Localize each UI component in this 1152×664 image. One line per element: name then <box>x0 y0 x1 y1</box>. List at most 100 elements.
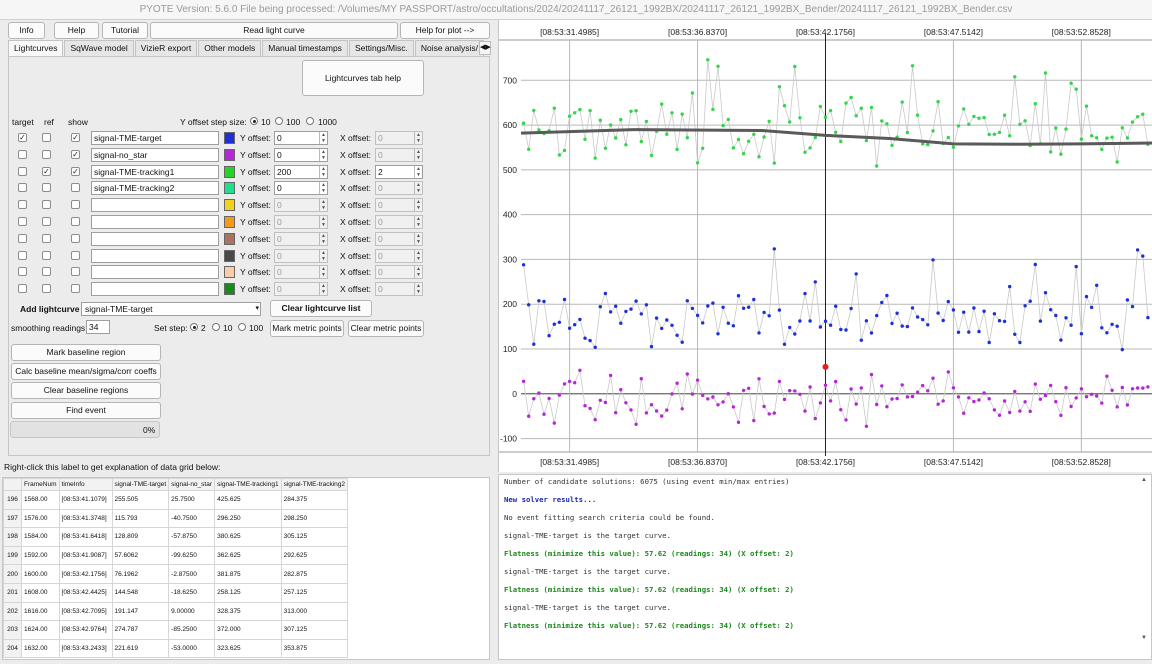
table-cell[interactable]: [08:53:42.7095] <box>58 601 113 622</box>
table-cell[interactable]: 258.125 <box>214 582 282 603</box>
column-header[interactable]: FrameNum <box>21 478 60 491</box>
ref-checkbox[interactable] <box>42 183 51 193</box>
spinner-arrows-icon[interactable]: ▲ ▼ <box>414 199 422 212</box>
y-offset-input[interactable]: 0 ▲ ▼ <box>274 248 328 263</box>
show-checkbox[interactable] <box>71 183 80 193</box>
y-offset-input[interactable]: 0 ▲ ▼ <box>274 231 328 246</box>
x-offset-input[interactable]: 0 ▲ ▼ <box>375 265 423 280</box>
table-row[interactable]: 202 1616.00 [08:53:42.7095] 191.147 9.00000 3… <box>3 601 349 622</box>
spinner-arrows-icon[interactable]: ▲ ▼ <box>414 165 422 178</box>
read-light-curve-button[interactable]: Read light curve <box>150 22 398 39</box>
calc-baseline-button[interactable]: Calc baseline mean/sigma/corr coeffs <box>11 363 161 380</box>
table-row[interactable]: 199 1592.00 [08:53:41.9087] 57.6062 -99.6250… <box>3 545 349 566</box>
column-header[interactable]: signal-TME-tracking1 <box>214 478 282 491</box>
table-cell[interactable]: 1576.00 <box>21 508 60 529</box>
row-index[interactable]: 198 <box>3 527 22 547</box>
tab-scroll-arrow-icon[interactable]: ◀▶ <box>479 41 491 55</box>
log-scroll-down-icon[interactable]: ▼ <box>1139 635 1149 641</box>
grid-hint-label[interactable]: Right-click this label to get explanatio… <box>4 462 220 472</box>
spinner-arrows-icon[interactable]: ▲ ▼ <box>319 165 327 178</box>
step-10-radio[interactable] <box>250 117 258 125</box>
lightcurve-name-field[interactable] <box>91 231 219 246</box>
tab-lightcurves[interactable]: Lightcurves <box>8 40 64 56</box>
target-checkbox[interactable] <box>18 284 27 294</box>
table-cell[interactable]: 1608.00 <box>21 582 60 603</box>
table-cell[interactable]: [08:53:43.2433] <box>58 638 113 659</box>
row-index[interactable]: 197 <box>3 508 22 529</box>
step-100-radio[interactable] <box>275 117 283 125</box>
lightcurve-name-field[interactable] <box>91 248 219 263</box>
lightcurve-name-field[interactable]: signal-no_star <box>91 147 219 162</box>
tab-sqwave-model[interactable]: SqWave model <box>64 40 134 56</box>
lightcurve-plot[interactable]: -100 0 100 200 300 400 500 600 700 [08:53:31.4985… <box>498 20 1152 472</box>
x-offset-input[interactable]: 0 ▲ ▼ <box>375 215 423 229</box>
x-offset-input[interactable]: 0 ▲ ▼ <box>375 248 423 263</box>
table-cell[interactable]: 362.625 <box>214 545 282 566</box>
table-cell[interactable]: -18.6250 <box>168 582 216 603</box>
table-cell[interactable]: -99.6250 <box>168 545 216 566</box>
table-cell[interactable]: 323.625 <box>214 638 282 659</box>
table-cell[interactable]: -85.2500 <box>168 620 216 640</box>
row-index[interactable]: 199 <box>3 545 22 566</box>
ref-checkbox[interactable] <box>42 233 51 243</box>
target-checkbox[interactable] <box>18 250 27 260</box>
spinner-arrows-icon[interactable]: ▲ ▼ <box>319 132 327 144</box>
spinner-arrows-icon[interactable]: ▲ ▼ <box>414 182 422 195</box>
show-checkbox[interactable]: ✓ <box>71 133 80 142</box>
column-header[interactable]: signal-TME-tracking2 <box>280 478 349 491</box>
show-checkbox[interactable]: ✓ <box>71 149 80 159</box>
table-cell[interactable]: 221.619 <box>111 638 170 659</box>
y-offset-input[interactable]: 200 ▲ ▼ <box>274 164 328 179</box>
table-cell[interactable]: 1624.00 <box>21 620 60 640</box>
set-step-2-radio[interactable] <box>190 323 198 331</box>
table-cell[interactable]: 298.250 <box>280 508 349 529</box>
tab-noise-analysis[interactable]: Noise analysis/ <box>414 40 485 56</box>
find-event-button[interactable]: Find event <box>11 402 161 419</box>
x-offset-input[interactable]: 0 ▲ ▼ <box>375 198 423 213</box>
table-cell[interactable]: 1584.00 <box>21 527 60 547</box>
show-checkbox[interactable] <box>71 233 80 243</box>
table-cell[interactable]: 1632.00 <box>21 638 60 659</box>
table-cell[interactable]: 284.375 <box>280 490 349 510</box>
solver-log[interactable]: ▲ ▼ Number of candidate solutions: 6075 … <box>498 474 1152 660</box>
lightcurve-name-field[interactable] <box>91 215 219 229</box>
color-swatch[interactable] <box>224 232 235 245</box>
tab-other-models[interactable]: Other models <box>198 40 262 56</box>
clear-lightcurve-list-button[interactable]: Clear lightcurve list <box>270 300 372 317</box>
color-swatch[interactable] <box>224 199 235 212</box>
step-1000-radio[interactable] <box>306 117 314 125</box>
table-cell[interactable]: 1592.00 <box>21 545 60 566</box>
color-swatch[interactable] <box>224 283 235 296</box>
spinner-arrows-icon[interactable]: ▲ ▼ <box>319 148 327 161</box>
show-checkbox[interactable] <box>71 250 80 260</box>
set-step-100-radio[interactable] <box>238 323 246 331</box>
row-index[interactable]: 202 <box>3 601 22 622</box>
show-checkbox[interactable]: ✓ <box>71 166 80 176</box>
color-swatch[interactable] <box>224 182 235 195</box>
table-cell[interactable]: 1616.00 <box>21 601 60 622</box>
tutorial-button[interactable]: Tutorial <box>102 22 148 39</box>
ref-checkbox[interactable] <box>42 284 51 294</box>
help-for-plot-button[interactable]: Help for plot --> <box>400 22 490 39</box>
x-offset-input[interactable]: 0 ▲ ▼ <box>375 131 423 145</box>
table-cell[interactable]: -2.87500 <box>168 564 216 584</box>
lightcurve-name-field[interactable] <box>91 282 219 297</box>
spinner-arrows-icon[interactable]: ▲ ▼ <box>414 132 422 144</box>
spinner-arrows-icon[interactable]: ▲ ▼ <box>414 249 422 262</box>
target-checkbox[interactable] <box>18 233 27 243</box>
table-cell[interactable]: -53.0000 <box>168 638 216 659</box>
column-header[interactable]: signal-no_star <box>168 478 216 491</box>
table-cell[interactable]: [08:53:42.4425] <box>58 582 113 603</box>
table-cell[interactable]: [08:53:42.1756] <box>58 564 113 584</box>
help-button[interactable]: Help <box>54 22 99 39</box>
lightcurve-chart-svg[interactable]: -100 0 100 200 300 400 500 600 700 [08:53:31.4985… <box>499 20 1152 472</box>
table-cell[interactable]: -57.8750 <box>168 527 216 547</box>
table-cell[interactable]: 425.625 <box>214 490 282 510</box>
target-checkbox[interactable] <box>18 217 27 226</box>
show-checkbox[interactable] <box>71 267 80 277</box>
table-cell[interactable]: 1568.00 <box>21 490 60 510</box>
table-cell[interactable]: 115.793 <box>111 508 170 529</box>
ref-checkbox[interactable] <box>42 133 51 142</box>
clear-baseline-regions-button[interactable]: Clear baseline regions <box>11 382 161 399</box>
color-swatch[interactable] <box>224 165 235 178</box>
